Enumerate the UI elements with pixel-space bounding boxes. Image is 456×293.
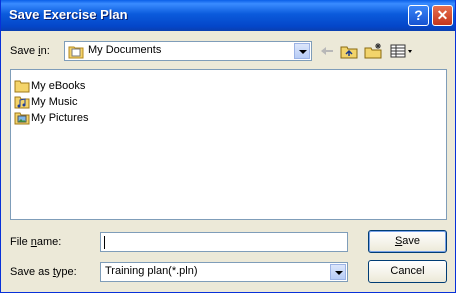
up-folder-icon[interactable] [340, 42, 358, 60]
help-button[interactable]: ? [408, 5, 429, 26]
list-item[interactable]: My eBooks [14, 78, 85, 94]
file-name: My Pictures [31, 112, 89, 124]
file-name-field[interactable] [100, 232, 348, 252]
file-list[interactable]: My eBooks My Music My Pictures [10, 69, 447, 220]
save-as-type-value: Training plan(*.pln) [105, 265, 198, 277]
close-button[interactable]: ✕ [432, 5, 453, 26]
back-icon[interactable] [319, 42, 335, 60]
save-as-type-dropdown[interactable]: Training plan(*.pln) [100, 262, 348, 282]
save-button[interactable]: Save [368, 230, 447, 253]
list-item[interactable]: My Pictures [14, 110, 88, 126]
file-name: My Music [31, 96, 78, 108]
folder-icon [14, 80, 30, 93]
my-documents-icon [68, 46, 84, 59]
cancel-button[interactable]: Cancel [368, 260, 447, 283]
pictures-folder-icon [14, 112, 30, 125]
view-menu-icon[interactable] [390, 42, 414, 60]
file-name-label: File name: [10, 236, 62, 248]
file-name: My eBooks [31, 80, 86, 92]
music-folder-icon [14, 96, 30, 109]
new-folder-icon[interactable] [364, 42, 384, 60]
dialog-title: Save Exercise Plan [9, 7, 128, 22]
save-in-value: My Documents [88, 44, 162, 56]
save-as-type-label: Save as type: [10, 266, 77, 278]
chevron-down-icon[interactable] [330, 264, 346, 280]
chevron-down-icon[interactable] [294, 43, 310, 59]
list-item[interactable]: My Music [14, 94, 77, 110]
text-caret [104, 236, 105, 249]
save-in-label: Save in: [10, 45, 50, 57]
save-dialog: Save Exercise Plan ? ✕ Save in: My Docum… [0, 0, 456, 293]
title-bar[interactable]: Save Exercise Plan ? ✕ [1, 0, 455, 31]
save-in-dropdown[interactable]: My Documents [64, 41, 312, 61]
